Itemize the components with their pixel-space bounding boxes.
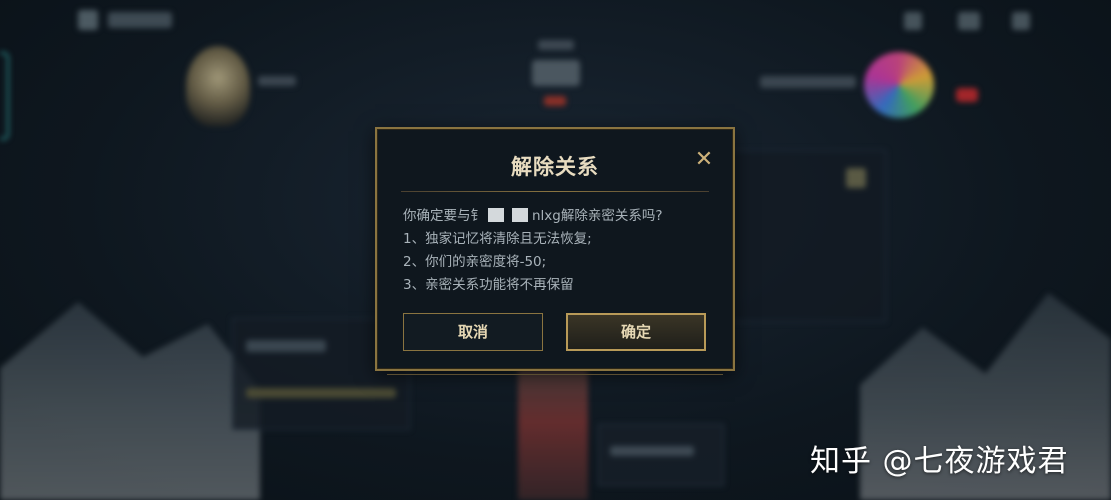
player-avatar-left (186, 46, 250, 126)
confirm-question: 你确定要与钅 nlxg解除亲密关系吗? (403, 205, 713, 228)
dialog-divider (401, 191, 709, 192)
dialog-message: 你确定要与钅 nlxg解除亲密关系吗? 1、独家记忆将清除且无法恢复; 2、你们的… (403, 205, 713, 297)
shop-icon (904, 12, 922, 30)
consequence-item: 3、亲密关系功能将不再保留 (403, 277, 574, 293)
question-prefix: 你确定要与 (403, 208, 471, 224)
bottom-card-text (610, 446, 694, 456)
side-tab-handle (0, 52, 9, 140)
player-name-start: 钅 (470, 208, 485, 224)
page-title-blurred (108, 12, 172, 28)
back-icon (78, 10, 98, 30)
intimacy-badge (544, 96, 566, 106)
intimacy-label (538, 40, 574, 50)
heart-icon (956, 88, 978, 102)
question-suffix: 解除亲密关系吗? (560, 208, 663, 224)
mail-icon (958, 12, 980, 30)
cancel-button[interactable]: 取消 (403, 313, 543, 351)
player-name-right (760, 76, 856, 88)
panel-icon (846, 168, 866, 188)
intimacy-value (532, 60, 580, 86)
settings-icon (1012, 12, 1030, 30)
redacted-name-block (512, 208, 528, 222)
background-mountain-left (0, 302, 260, 500)
player-name-end: nlxg (532, 208, 561, 224)
memory-date (246, 340, 326, 352)
dialog-bottom-edge (387, 370, 723, 375)
redacted-name-block (488, 208, 504, 222)
unbind-relationship-dialog: 解除关系 ✕ 你确定要与钅 nlxg解除亲密关系吗? 1、独家记忆将清除且无法恢复… (375, 127, 735, 375)
background-statue (518, 370, 588, 500)
close-icon[interactable]: ✕ (693, 149, 715, 171)
confirm-button[interactable]: 确定 (566, 313, 706, 351)
watermark: 知乎 @七夜游戏君 (810, 444, 1069, 479)
game-screen: 解除关系 ✕ 你确定要与钅 nlxg解除亲密关系吗? 1、独家记忆将清除且无法恢复… (0, 0, 1111, 500)
consequence-item: 1、独家记忆将清除且无法恢复; (403, 231, 592, 247)
memory-entry (246, 388, 396, 398)
player-name-left (258, 76, 296, 86)
dialog-title: 解除关系 (511, 155, 599, 179)
consequence-item: 2、你们的亲密度将-50; (403, 254, 547, 270)
player-avatar-right (864, 52, 934, 118)
top-bar (0, 0, 1111, 44)
